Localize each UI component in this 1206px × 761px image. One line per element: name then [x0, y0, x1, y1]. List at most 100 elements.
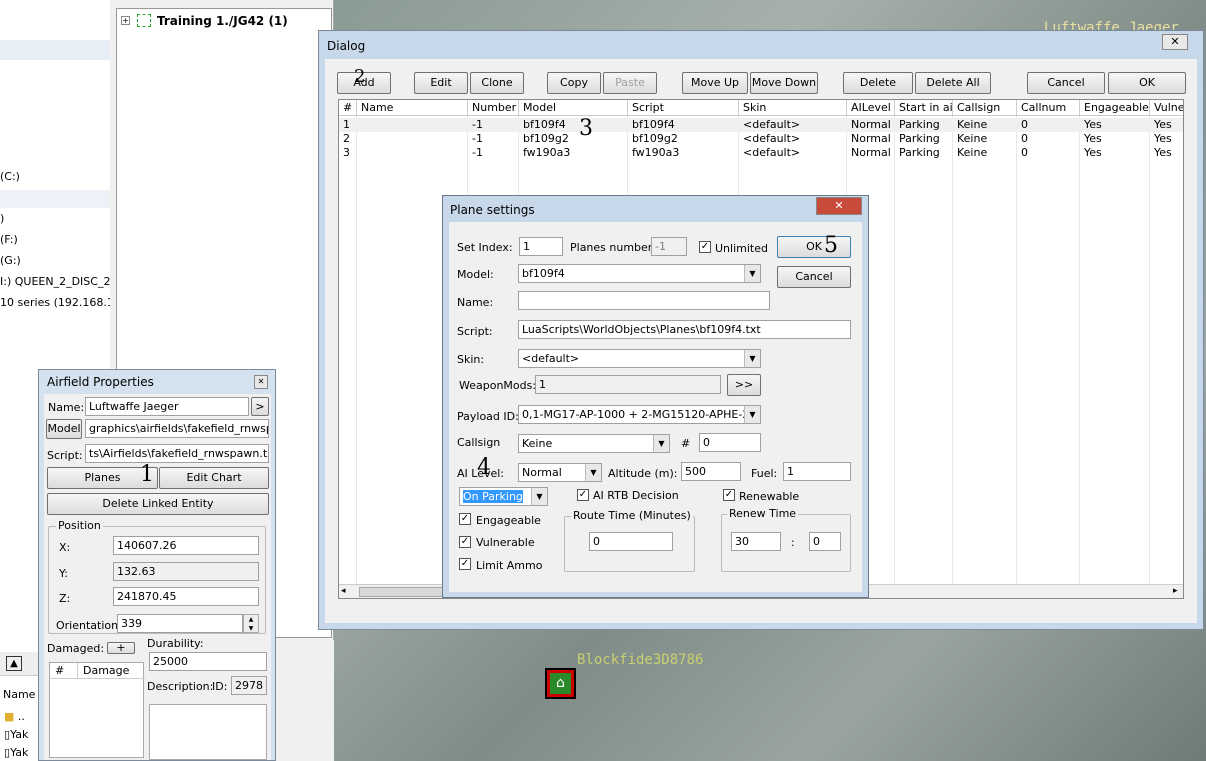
- files-header[interactable]: Name: [3, 688, 35, 701]
- drive-item[interactable]: (C:): [0, 170, 20, 183]
- vulnerable-checkbox[interactable]: ✓: [459, 536, 471, 548]
- column-header[interactable]: Skin: [739, 100, 847, 116]
- x-field[interactable]: 140607.26: [113, 536, 259, 555]
- add-damage-button[interactable]: +: [107, 642, 135, 654]
- table-row[interactable]: 3 -1 fw190a3 fw190a3 <default> Normal Parking K…: [339, 146, 1183, 160]
- set-index-field[interactable]: 1: [519, 237, 563, 256]
- ok-button[interactable]: OK: [777, 236, 851, 258]
- orientation-spinner[interactable]: ▲ ▼: [243, 614, 259, 633]
- id-label: ID:: [212, 680, 228, 693]
- delete-button[interactable]: Delete: [843, 72, 913, 94]
- column-header[interactable]: Callnum: [1017, 100, 1080, 116]
- drive-item[interactable]: I:) QUEEN_2_DISC_2: [0, 275, 110, 288]
- column-header[interactable]: #: [339, 100, 357, 116]
- close-icon[interactable]: ✕: [1162, 34, 1188, 50]
- column-header[interactable]: AILevel: [847, 100, 895, 116]
- script-field[interactable]: LuaScripts\WorldObjects\Planes\bf109f4.t…: [518, 320, 851, 339]
- ok-button[interactable]: OK: [1108, 72, 1186, 94]
- clone-button[interactable]: Clone: [470, 72, 524, 94]
- column-header[interactable]: Model: [519, 100, 628, 116]
- model-button[interactable]: Model: [46, 419, 82, 439]
- delete-all-button[interactable]: Delete All: [915, 72, 991, 94]
- durability-field[interactable]: 25000: [149, 652, 267, 671]
- renew-hours-field[interactable]: 30: [731, 532, 781, 551]
- fuel-field[interactable]: 1: [783, 462, 851, 481]
- y-field[interactable]: 132.63: [113, 562, 259, 581]
- move-up-button[interactable]: Move Up: [682, 72, 748, 94]
- paste-button[interactable]: Paste: [603, 72, 657, 94]
- renew-minutes-field[interactable]: 0: [809, 532, 841, 551]
- weapon-mods-button[interactable]: >>: [727, 374, 761, 396]
- set-index-label: Set Index:: [457, 241, 513, 254]
- home-marker-icon[interactable]: ⌂: [545, 668, 576, 699]
- callnum-field[interactable]: 0: [699, 433, 761, 452]
- payload-select[interactable]: 0,1-MG17-AP-1000 + 2-MG15120-APHE-200: [518, 405, 761, 424]
- expand-icon[interactable]: +: [121, 16, 130, 25]
- start-select[interactable]: On Parking: [459, 487, 548, 506]
- damage-list[interactable]: # Damage: [49, 662, 145, 758]
- tree-root-item[interactable]: Training 1./JG42 (1): [157, 14, 288, 28]
- column-header[interactable]: Script: [628, 100, 739, 116]
- drive-item[interactable]: (G:): [0, 254, 21, 267]
- file-item[interactable]: ▯Yak: [4, 728, 28, 741]
- close-icon[interactable]: ✕: [254, 375, 268, 389]
- callsign-label: Callsign: [457, 436, 501, 449]
- planes-number-field[interactable]: -1: [651, 237, 687, 256]
- weapon-mods-field[interactable]: 1: [535, 375, 721, 394]
- model-select[interactable]: bf109f4: [518, 264, 761, 283]
- name-field[interactable]: [518, 291, 770, 310]
- model-field[interactable]: graphics\airfields\fakefield_rnwspawn: [85, 419, 269, 438]
- altitude-field[interactable]: 500: [681, 462, 741, 481]
- close-icon[interactable]: ✕: [816, 197, 862, 215]
- edit-chart-button[interactable]: Edit Chart: [159, 467, 269, 489]
- copy-button[interactable]: Copy: [547, 72, 601, 94]
- column-header[interactable]: Start in air: [895, 100, 953, 116]
- renewable-checkbox[interactable]: ✓: [723, 489, 735, 501]
- damage-col-damage[interactable]: Damage: [78, 663, 145, 679]
- script-field[interactable]: ts\Airfields\fakefield_rnwspawn.txt: [85, 444, 269, 463]
- annotation-4: 4: [477, 455, 491, 480]
- cancel-button[interactable]: Cancel: [777, 266, 851, 288]
- route-time-field[interactable]: 0: [589, 532, 673, 551]
- move-down-button[interactable]: Move Down: [750, 72, 818, 94]
- ai-level-select[interactable]: Normal: [518, 463, 602, 482]
- callsign-select[interactable]: Keine: [518, 434, 670, 453]
- drive-item[interactable]: (F:): [0, 233, 18, 246]
- table-cell: bf109f4: [523, 118, 566, 131]
- skin-select[interactable]: <default>: [518, 349, 761, 368]
- column-header[interactable]: Vulne: [1150, 100, 1183, 116]
- scroll-right-icon[interactable]: ▸: [1173, 586, 1178, 596]
- table-cell: Normal: [851, 146, 891, 159]
- column-header[interactable]: Callsign: [953, 100, 1017, 116]
- column-header[interactable]: Name: [357, 100, 468, 116]
- network-item[interactable]: 10 series (192.168.17: [0, 296, 121, 309]
- payload-label: Payload ID:: [457, 410, 519, 423]
- table-row[interactable]: 1 -1 bf109f4 bf109f4 <default> Normal Parking K…: [339, 118, 1183, 132]
- weapon-mods-label: WeaponMods:: [459, 379, 537, 392]
- table-cell: [357, 118, 468, 132]
- file-item[interactable]: ■ ..: [4, 710, 25, 723]
- durability-label: Durability:: [147, 637, 204, 650]
- name-link-button[interactable]: >: [251, 397, 269, 416]
- damage-col-hash[interactable]: #: [50, 663, 78, 679]
- engageable-checkbox[interactable]: ✓: [459, 513, 471, 525]
- cancel-button[interactable]: Cancel: [1027, 72, 1105, 94]
- table-cell: bf109g2: [523, 132, 569, 145]
- drive-item[interactable]: ): [0, 212, 4, 225]
- z-field[interactable]: 241870.45: [113, 587, 259, 606]
- table-row[interactable]: 2 -1 bf109g2 bf109g2 <default> Normal Parking K…: [339, 132, 1183, 146]
- unlimited-checkbox[interactable]: ✓: [699, 241, 711, 253]
- column-header[interactable]: Engageable: [1080, 100, 1150, 116]
- column-header[interactable]: Number: [468, 100, 519, 116]
- file-item[interactable]: ▯Yak: [4, 746, 28, 759]
- edit-button[interactable]: Edit: [414, 72, 468, 94]
- airfield-name-field[interactable]: Luftwaffe Jaeger: [85, 397, 249, 416]
- up-folder-icon[interactable]: ▲: [6, 656, 22, 671]
- orientation-field[interactable]: 339: [117, 614, 243, 633]
- description-field[interactable]: [149, 704, 267, 760]
- limit-ammo-checkbox[interactable]: ✓: [459, 558, 471, 570]
- scroll-left-icon[interactable]: ◂: [341, 586, 346, 596]
- ai-rtb-checkbox[interactable]: ✓: [577, 489, 589, 501]
- engageable-label: Engageable: [476, 514, 541, 527]
- delete-linked-button[interactable]: Delete Linked Entity: [47, 493, 269, 515]
